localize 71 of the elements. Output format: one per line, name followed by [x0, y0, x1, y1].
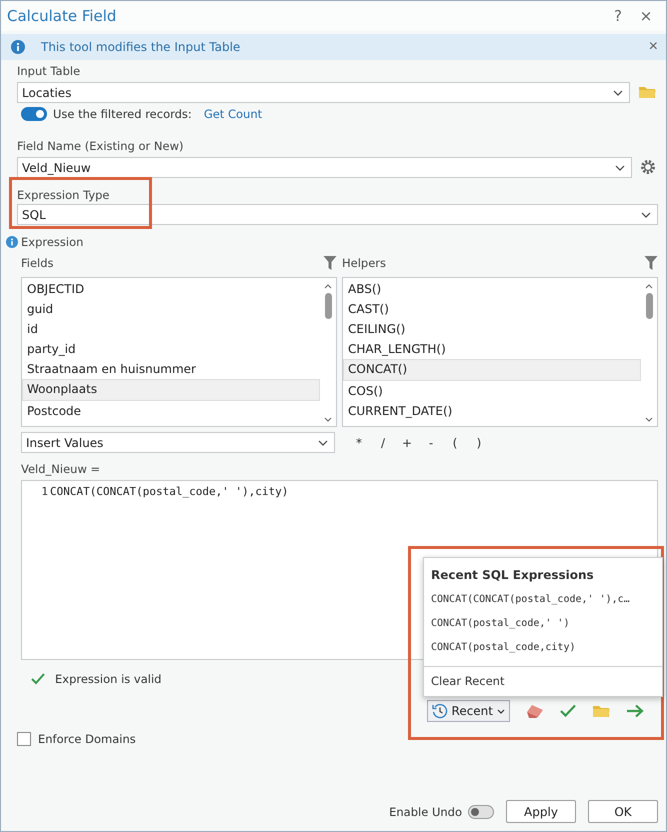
list-label: Fields [21, 256, 54, 270]
insert-values-dropdown[interactable]: Insert Values [21, 432, 335, 453]
list-item[interactable]: ABS() [343, 279, 641, 299]
toggle-label: Enable Undo [389, 804, 462, 818]
chevron-down-icon [615, 164, 625, 170]
help-button[interactable]: ? [604, 7, 632, 25]
arrow-right-icon[interactable] [626, 704, 644, 718]
filter-icon[interactable] [644, 255, 658, 271]
operator-button[interactable]: ) [469, 436, 489, 450]
operator-button[interactable]: ( [445, 436, 465, 450]
close-button[interactable]: × [632, 7, 660, 25]
expression-type-dropdown[interactable]: SQL [17, 204, 658, 225]
filter-icon[interactable] [323, 255, 337, 271]
field-name-dropdown[interactable]: Veld_Nieuw [17, 157, 632, 178]
list-item[interactable]: COS() [343, 381, 641, 401]
chevron-down-icon [318, 440, 328, 446]
operator-button[interactable]: + [397, 436, 417, 450]
toggle-label: Use the filtered records: [53, 107, 192, 121]
list-item[interactable]: Postcode [22, 401, 320, 421]
scrollbar-thumb[interactable] [646, 293, 652, 319]
eraser-icon[interactable] [526, 704, 544, 718]
chevron-down-icon [324, 417, 332, 422]
operator-button[interactable]: * [349, 436, 369, 450]
menu-title: Recent SQL Expressions [430, 567, 595, 584]
chevron-up-icon [324, 284, 332, 289]
list-label: Helpers [342, 256, 386, 270]
checkbox-label: Enforce Domains [38, 732, 136, 746]
list-item[interactable]: CURRENT_DATE() [343, 401, 641, 421]
list-item[interactable]: CEILING() [343, 319, 641, 339]
toggle-switch[interactable] [21, 107, 47, 121]
info-icon [11, 40, 25, 54]
info-message: This tool modifies the Input Table [41, 40, 242, 54]
menu-item[interactable]: Clear Recent [424, 667, 662, 696]
info-icon [6, 236, 18, 248]
chevron-up-icon [645, 284, 653, 289]
chevron-down-icon [613, 90, 623, 96]
list-item[interactable]: CAST() [343, 299, 641, 319]
field-label: Expression Type [17, 188, 110, 202]
list-item[interactable]: OBJECTID [22, 279, 320, 299]
scrollbar-thumb[interactable] [324, 293, 332, 319]
operator-button[interactable]: - [421, 436, 441, 450]
editor-label: Veld_Nieuw = [21, 462, 102, 476]
list-item[interactable]: guid [22, 299, 320, 319]
close-button[interactable]: × [648, 38, 658, 56]
chevron-down-icon [497, 708, 505, 714]
checkmark-icon[interactable] [560, 704, 576, 718]
list-item[interactable]: CONCAT() [343, 359, 641, 381]
window-title: Calculate Field [7, 7, 118, 25]
list-item[interactable]: id [22, 319, 320, 339]
dialog-button[interactable]: OK [588, 800, 658, 823]
operator-button[interactable]: / [373, 436, 393, 450]
gear-icon[interactable] [640, 158, 656, 174]
list-item[interactable]: CHAR_LENGTH() [343, 339, 641, 359]
recent-button[interactable]: Recent [426, 700, 510, 722]
section-label: Expression [21, 235, 84, 249]
chevron-down-icon [641, 212, 651, 218]
code-line: CONCAT(CONCAT(postal_code,' '),city) [50, 485, 288, 498]
dialog-button[interactable]: Apply [506, 800, 576, 823]
chevron-down-icon [645, 417, 653, 422]
list-item[interactable]: party_id [22, 339, 320, 359]
list-item[interactable]: Straatnaam en huisnummer [22, 359, 320, 379]
list-item[interactable]: Woonplaats [22, 379, 320, 401]
toggle-switch[interactable] [468, 804, 494, 818]
history-icon [432, 703, 448, 719]
validation-message: Expression is valid [55, 672, 162, 686]
line-number: 1 [40, 485, 49, 498]
field-label: Input Table [17, 64, 82, 78]
checkbox[interactable] [17, 732, 31, 746]
get-count-link[interactable]: Get Count [204, 107, 262, 121]
input-table-dropdown[interactable]: Locaties [17, 82, 630, 103]
field-label: Field Name (Existing or New) [17, 139, 184, 153]
